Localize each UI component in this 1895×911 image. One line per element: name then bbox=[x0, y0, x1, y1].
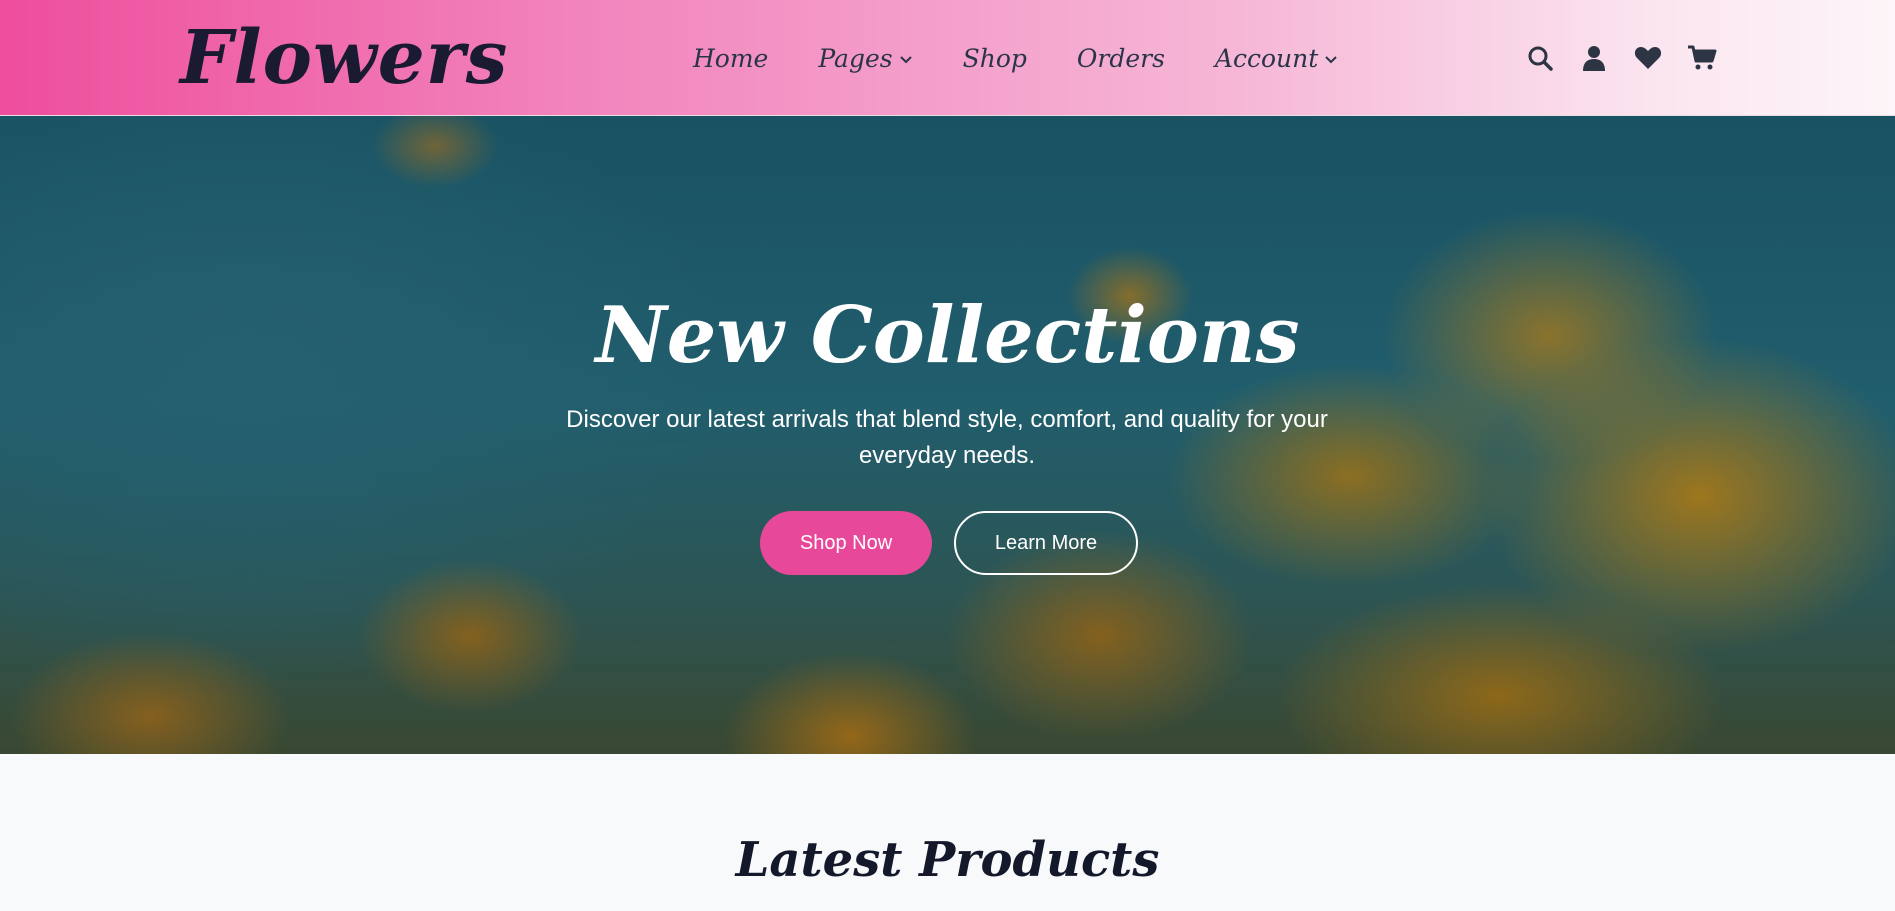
hero-content: New Collections Discover our latest arri… bbox=[0, 116, 1895, 754]
hero-banner: New Collections Discover our latest arri… bbox=[0, 116, 1895, 754]
cart-icon bbox=[1688, 45, 1717, 70]
site-header: Flowers Home Pages Shop Orders Account bbox=[0, 0, 1895, 116]
hero-subtitle: Discover our latest arrivals that blend … bbox=[566, 406, 1328, 469]
nav-item-account[interactable]: Account bbox=[1215, 44, 1338, 73]
nav-item-orders[interactable]: Orders bbox=[1077, 44, 1165, 73]
hero-title: New Collections bbox=[595, 290, 1300, 381]
header-actions bbox=[1525, 38, 1717, 78]
chevron-down-icon bbox=[1325, 56, 1337, 64]
nav-item-label: Account bbox=[1214, 43, 1319, 73]
chevron-down-icon bbox=[899, 56, 912, 64]
heart-icon bbox=[1634, 47, 1662, 69]
nav-item-label: Home bbox=[693, 43, 769, 73]
search-button[interactable] bbox=[1525, 43, 1555, 73]
nav-item-home[interactable]: Home bbox=[693, 44, 768, 73]
nav-item-shop[interactable]: Shop bbox=[963, 44, 1027, 73]
learn-more-button[interactable]: Learn More bbox=[954, 511, 1138, 575]
nav-item-label: Orders bbox=[1076, 43, 1165, 73]
main-nav: Home Pages Shop Orders Account bbox=[693, 38, 1338, 78]
account-button[interactable] bbox=[1579, 43, 1609, 73]
user-icon bbox=[1583, 46, 1605, 71]
cart-button[interactable] bbox=[1687, 43, 1717, 73]
nav-item-label: Shop bbox=[962, 43, 1027, 73]
search-icon bbox=[1528, 46, 1553, 71]
shop-now-button[interactable]: Shop Now bbox=[760, 511, 932, 575]
nav-item-pages[interactable]: Pages bbox=[818, 44, 912, 73]
nav-item-label: Pages bbox=[818, 43, 893, 73]
latest-products-heading: Latest Products bbox=[735, 832, 1160, 888]
wishlist-button[interactable] bbox=[1633, 43, 1663, 73]
brand-logo[interactable]: Flowers bbox=[180, 8, 508, 108]
